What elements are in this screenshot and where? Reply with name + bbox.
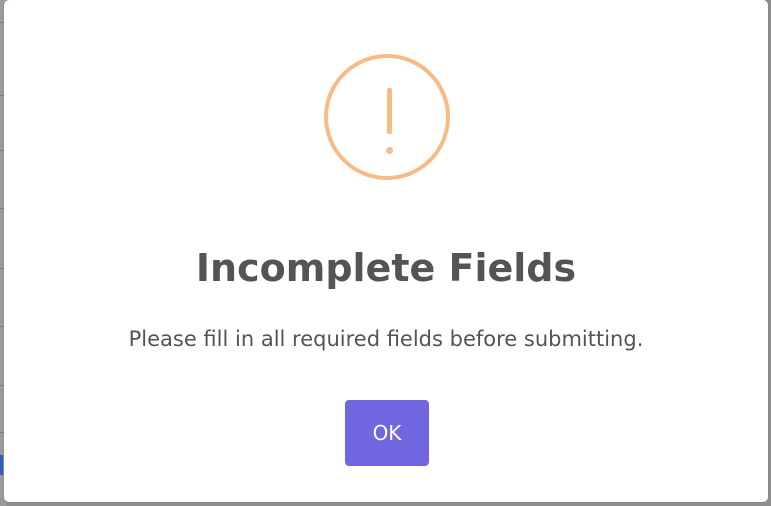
warning-icon bbox=[324, 54, 450, 180]
warning-icon-bar bbox=[387, 88, 392, 134]
warning-icon-dot bbox=[386, 147, 393, 154]
dialog-message: Please fill in all required fields befor… bbox=[128, 327, 644, 351]
alert-dialog: Incomplete Fields Please fill in all req… bbox=[4, 0, 768, 502]
ok-button[interactable]: OK bbox=[345, 400, 429, 466]
background-accent bbox=[0, 455, 3, 475]
dialog-title: Incomplete Fields bbox=[195, 246, 577, 290]
